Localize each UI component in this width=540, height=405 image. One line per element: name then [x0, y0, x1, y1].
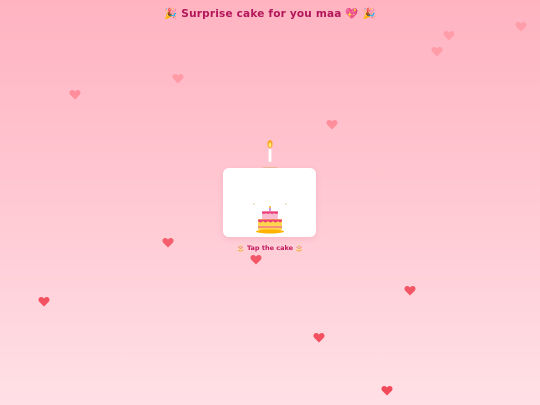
heart-icon [431, 46, 443, 57]
page-title: 🎉 Surprise cake for you maa 💖 🎉 [164, 8, 376, 20]
sparkle [253, 203, 255, 205]
heart-icon [515, 21, 527, 32]
heart-icon [313, 332, 325, 343]
heart-icon [250, 254, 262, 265]
tap-instruction: 🎂 Tap the cake 🎂 [236, 244, 304, 252]
heart-icon [69, 89, 81, 100]
heart-icon [381, 385, 393, 396]
heart-icon [172, 73, 184, 84]
heart-icon [38, 296, 50, 307]
heart-icon [443, 30, 455, 41]
heart-icon [404, 285, 416, 296]
sparkle [285, 203, 287, 205]
heart-icon [326, 119, 338, 130]
cake-icon[interactable] [255, 205, 285, 234]
